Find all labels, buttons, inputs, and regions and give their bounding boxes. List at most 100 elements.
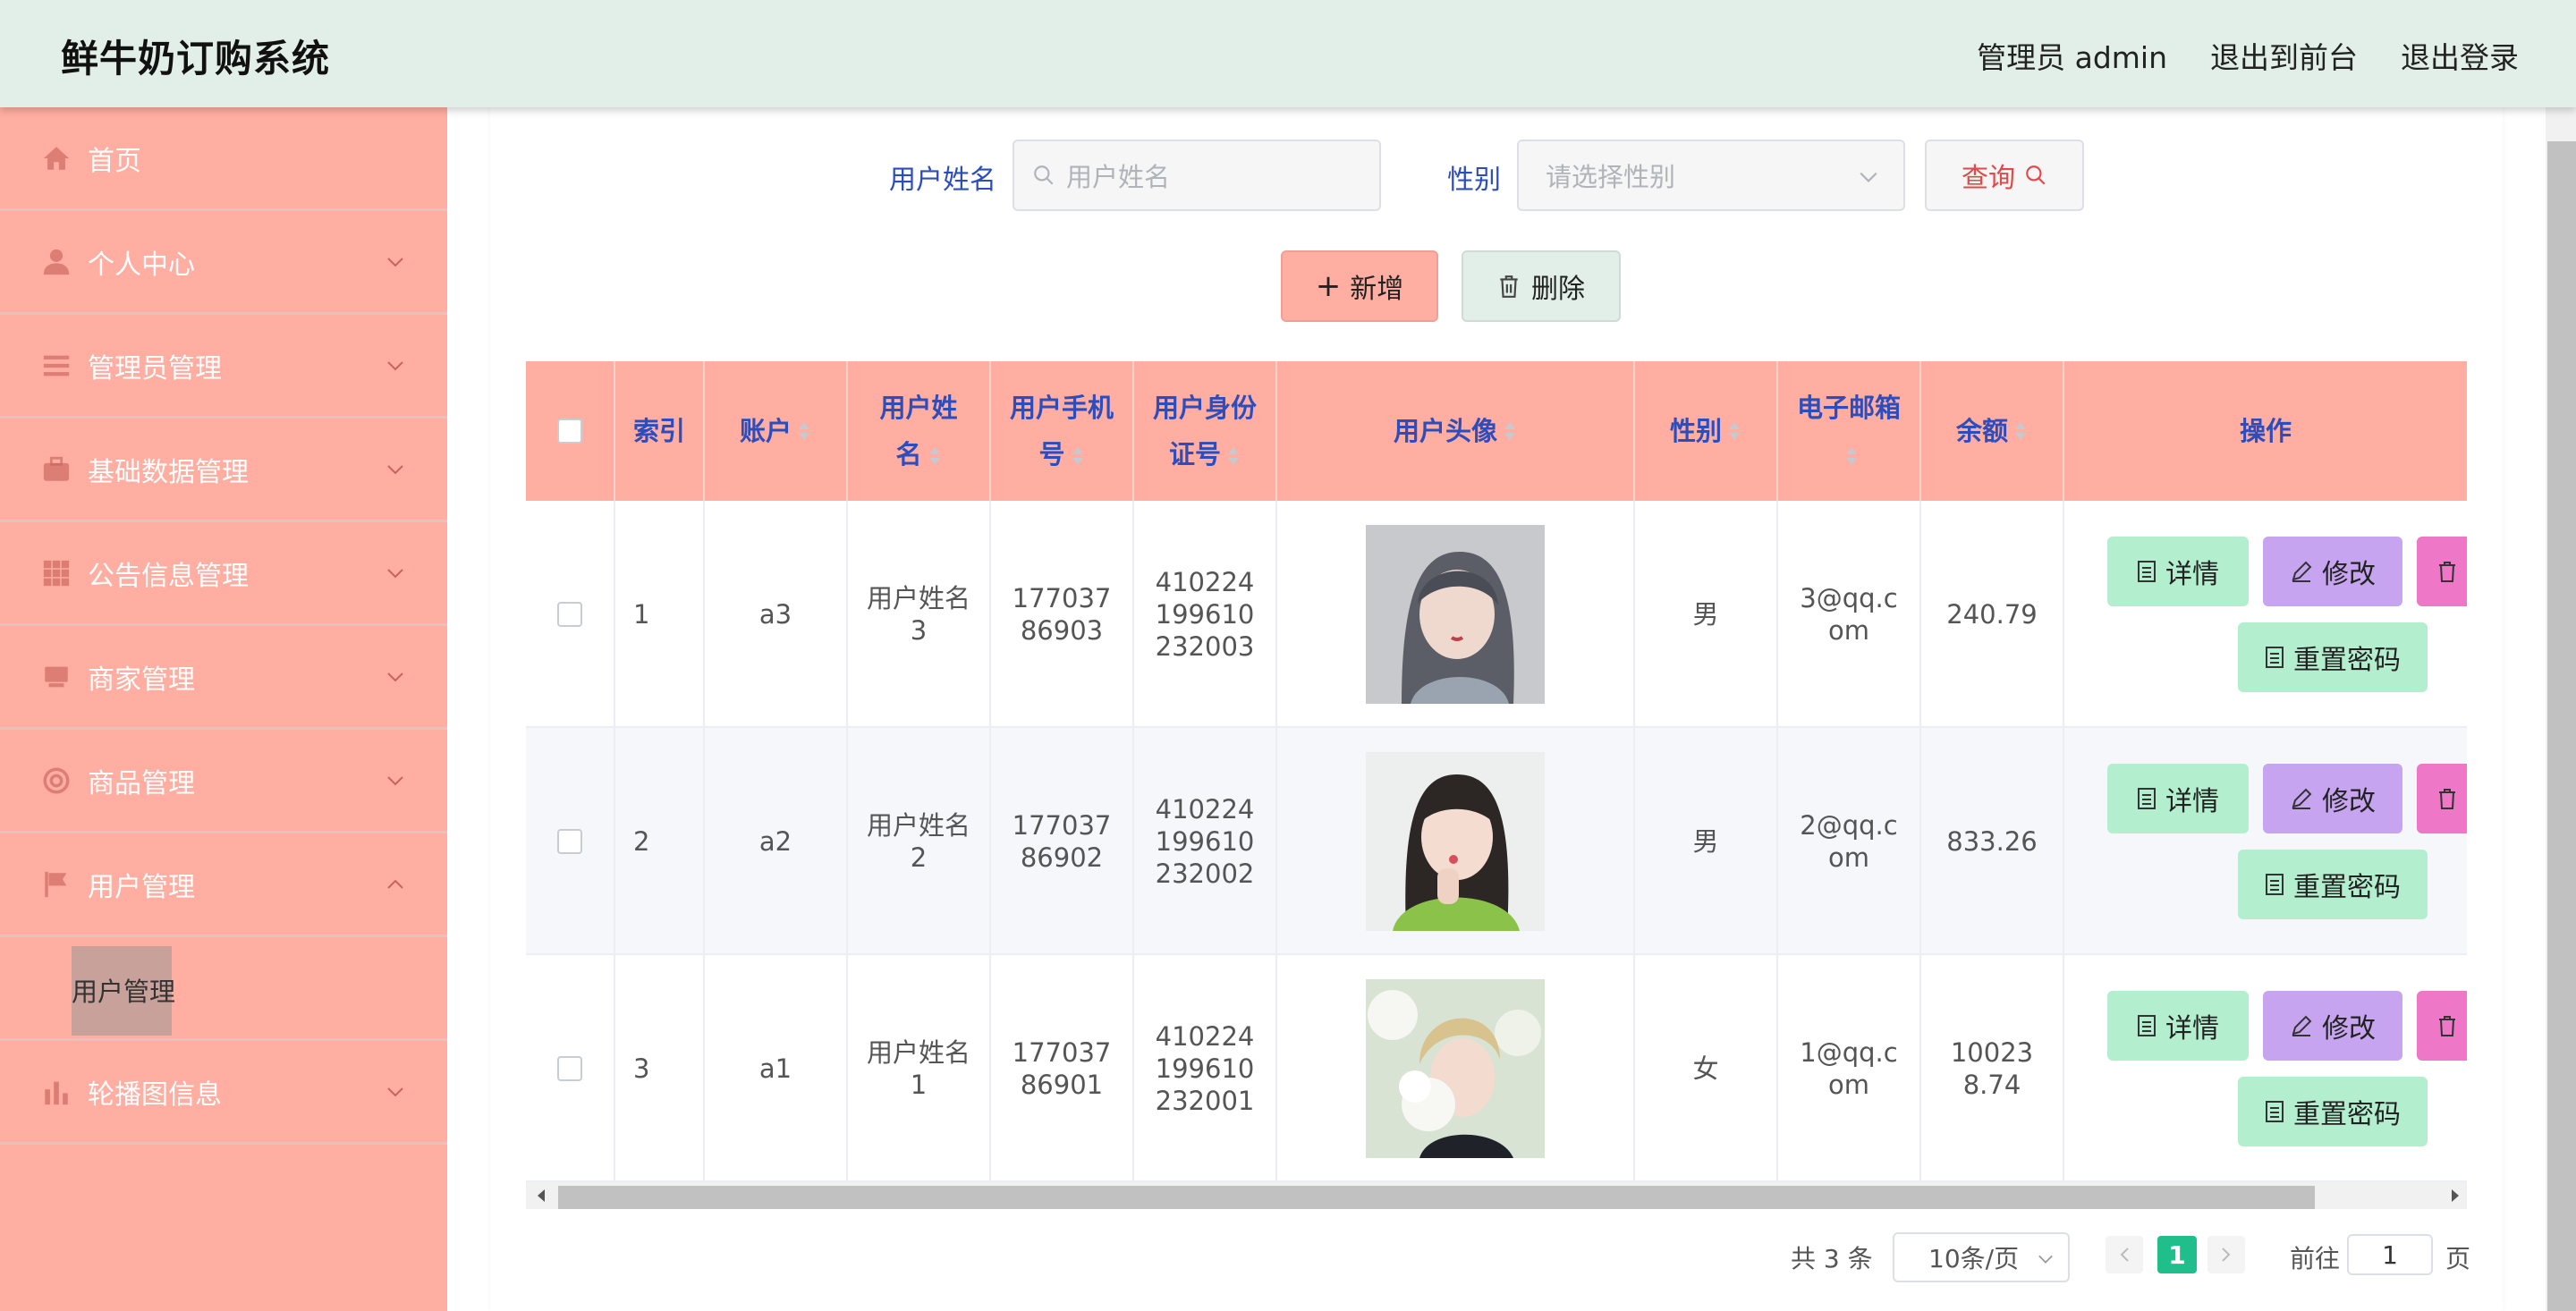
select-all-checkbox[interactable]	[557, 419, 582, 444]
cell-gender: 男	[1635, 728, 1778, 955]
header-label: 用户身份证号	[1152, 393, 1257, 469]
sort-icon[interactable]	[797, 419, 811, 443]
edit-button[interactable]: 修改	[2263, 537, 2402, 606]
header-label: 用户头像	[1393, 416, 1497, 446]
goto-page-input[interactable]: 1	[2347, 1234, 2433, 1275]
header-gender[interactable]: 性别	[1635, 361, 1778, 501]
detail-button-label: 详情	[2165, 559, 2219, 590]
query-button[interactable]: 查询	[1925, 140, 2084, 211]
cell-index: 1	[615, 501, 705, 728]
delete-button[interactable]: 删除	[1462, 250, 1621, 322]
add-button[interactable]: + 新增	[1281, 250, 1438, 322]
detail-button[interactable]: 详情	[2107, 991, 2249, 1061]
avatar-image[interactable]	[1366, 525, 1545, 704]
admin-label[interactable]: 管理员 admin	[1977, 34, 2167, 77]
scrollbar-thumb[interactable]	[558, 1186, 2315, 1209]
cell-text: 17703786901	[1012, 1037, 1112, 1100]
cell-text: 833.26	[1946, 826, 2038, 857]
submenu-item-user-management[interactable]: 用户管理	[72, 971, 175, 1009]
sidebar-item-profile[interactable]: 个人中心	[0, 211, 447, 315]
sidebar-item-merchants[interactable]: 商家管理	[0, 626, 447, 730]
sidebar-item-users[interactable]: 用户管理	[0, 833, 447, 937]
reset-password-label: 重置密码	[2293, 1099, 2401, 1130]
row-checkbox[interactable]	[557, 602, 582, 627]
document-icon	[2138, 1015, 2156, 1036]
prev-page-button[interactable]	[2106, 1236, 2143, 1273]
cell-id-card: 410224199610232001	[1134, 955, 1277, 1182]
sidebar-item-home[interactable]: 首页	[0, 107, 447, 211]
sidebar-item-label: 个人中心	[88, 249, 195, 281]
detail-button[interactable]: 详情	[2107, 537, 2249, 606]
cell-index: 2	[615, 728, 705, 955]
main-content: 用户姓名 用户姓名 性别 请选择性别 查询 + 新增 删除 索引 账户 用户姓名	[490, 107, 2503, 1311]
page-number-active[interactable]: 1	[2157, 1236, 2197, 1273]
header-user-name[interactable]: 用户姓名	[848, 361, 991, 501]
sort-icon[interactable]	[2013, 419, 2028, 443]
sort-icon[interactable]	[1226, 444, 1241, 468]
avatar-image[interactable]	[1366, 752, 1545, 931]
page-scrollbar-thumb[interactable]	[2547, 141, 2576, 1311]
sort-icon[interactable]	[928, 444, 942, 468]
table-horizontal-scrollbar[interactable]	[526, 1182, 2467, 1209]
edit-button[interactable]: 修改	[2263, 991, 2402, 1061]
edit-button-label: 修改	[2322, 1013, 2376, 1045]
name-search-placeholder: 用户姓名	[1066, 162, 1171, 192]
header-email[interactable]: 电子邮箱	[1778, 361, 1921, 501]
header-balance[interactable]: 余额	[1921, 361, 2064, 501]
detail-button[interactable]: 详情	[2107, 764, 2249, 833]
sidebar-item-label: 用户管理	[88, 871, 195, 903]
reset-password-button[interactable]: 重置密码	[2238, 1077, 2428, 1146]
sort-icon[interactable]	[1071, 444, 1085, 468]
header-user-phone[interactable]: 用户手机号	[991, 361, 1134, 501]
header-account[interactable]: 账户	[705, 361, 848, 501]
edit-button[interactable]: 修改	[2263, 764, 2402, 833]
page-size-select[interactable]: 10条/页	[1893, 1232, 2070, 1282]
back-to-front-link[interactable]: 退出到前台	[2210, 34, 2358, 77]
sidebar-item-label: 商品管理	[88, 767, 195, 799]
add-button-label: 新增	[1350, 274, 1404, 305]
row-checkbox[interactable]	[557, 829, 582, 854]
cell-text: 410224199610232002	[1155, 794, 1255, 889]
sort-icon[interactable]	[1727, 419, 1741, 443]
cell-email: 2@qq.com	[1778, 728, 1921, 955]
lifebuoy-icon	[43, 766, 70, 794]
header-links: 管理员 admin 退出到前台 退出登录	[1977, 34, 2519, 77]
row-select-cell	[526, 728, 615, 955]
logout-link[interactable]: 退出登录	[2401, 34, 2519, 77]
header-label: 账户	[739, 416, 792, 446]
chevron-down-icon	[387, 1087, 403, 1096]
submenu-users: 用户管理	[0, 937, 447, 1041]
pagination-total: 共 3 条	[1791, 1244, 1873, 1273]
scroll-left-icon[interactable]	[535, 1188, 547, 1204]
reset-password-button[interactable]: 重置密码	[2238, 850, 2428, 919]
row-checkbox[interactable]	[557, 1056, 582, 1081]
cell-email: 1@qq.com	[1778, 955, 1921, 1182]
sidebar-item-products[interactable]: 商品管理	[0, 730, 447, 833]
reset-password-button[interactable]: 重置密码	[2238, 622, 2428, 692]
search-icon	[1034, 165, 1054, 185]
avatar-image[interactable]	[1366, 979, 1545, 1158]
document-icon	[2266, 874, 2284, 895]
delete-row-button[interactable]	[2417, 991, 2467, 1061]
cell-text: 100238.74	[1950, 1037, 2034, 1100]
sort-icon[interactable]	[1844, 444, 1859, 468]
scroll-right-icon[interactable]	[2449, 1188, 2462, 1204]
cell-avatar	[1277, 728, 1635, 955]
delete-row-button[interactable]	[2417, 764, 2467, 833]
name-search-input[interactable]: 用户姓名	[1013, 140, 1381, 211]
sidebar-item-admins[interactable]: 管理员管理	[0, 315, 447, 419]
header-user-avatar[interactable]: 用户头像	[1277, 361, 1635, 501]
next-page-button[interactable]	[2207, 1236, 2245, 1273]
gender-select[interactable]: 请选择性别	[1517, 140, 1905, 211]
sort-icon[interactable]	[1503, 419, 1517, 443]
header-label: 操作	[2239, 416, 2292, 446]
reset-password-label: 重置密码	[2293, 645, 2401, 676]
sidebar-item-carousel[interactable]: 轮播图信息	[0, 1041, 447, 1145]
delete-row-button[interactable]	[2417, 537, 2467, 606]
sidebar-item-base-data[interactable]: 基础数据管理	[0, 419, 447, 522]
bar-chart-icon	[45, 1081, 68, 1104]
cell-phone: 17703786903	[991, 501, 1134, 728]
sidebar-item-announcements[interactable]: 公告信息管理	[0, 522, 447, 626]
document-icon	[2138, 561, 2156, 582]
header-user-id-card[interactable]: 用户身份证号	[1134, 361, 1277, 501]
